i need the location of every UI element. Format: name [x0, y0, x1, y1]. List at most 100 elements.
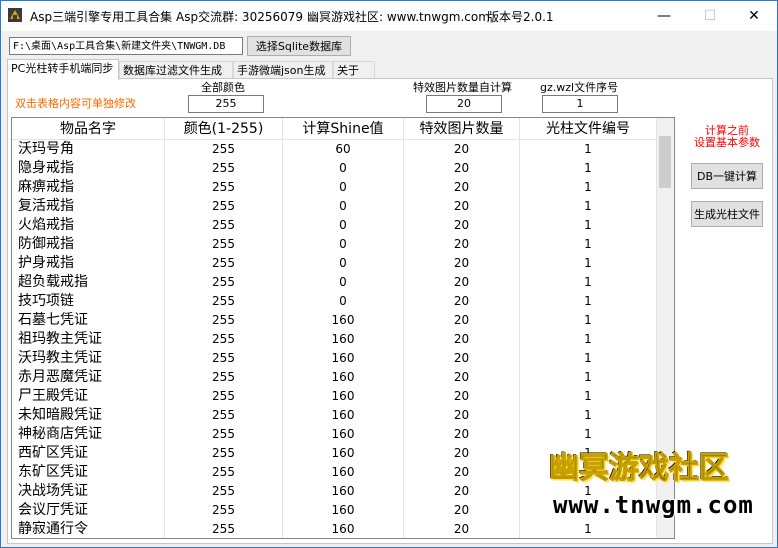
cell-item-name[interactable]: 隐身戒指 [12, 159, 165, 178]
all-color-input[interactable]: 255 [188, 95, 264, 113]
cell-file-number[interactable]: 1 [520, 292, 657, 311]
maximize-button[interactable]: ☐ [687, 1, 733, 31]
cell-effect-count[interactable]: 20 [404, 140, 520, 159]
cell-shine[interactable]: 0 [283, 292, 404, 311]
scrollbar-thumb[interactable] [659, 136, 671, 188]
cell-color[interactable]: 255 [165, 463, 283, 482]
table-row[interactable]: 沃玛教主凭证 255 160 20 1 [12, 349, 657, 368]
cell-shine[interactable]: 160 [283, 387, 404, 406]
cell-color[interactable]: 255 [165, 159, 283, 178]
cell-effect-count[interactable]: 20 [404, 273, 520, 292]
cell-shine[interactable]: 160 [283, 463, 404, 482]
cell-item-name[interactable]: 麻痹戒指 [12, 178, 165, 197]
cell-effect-count[interactable]: 20 [404, 330, 520, 349]
header-file-number[interactable]: 光柱文件编号 [520, 118, 657, 140]
table-row[interactable]: 技巧项链 255 0 20 1 [12, 292, 657, 311]
cell-effect-count[interactable]: 20 [404, 254, 520, 273]
cell-effect-count[interactable]: 20 [404, 444, 520, 463]
cell-file-number[interactable]: 1 [520, 520, 657, 538]
generate-file-button[interactable]: 生成光柱文件 [691, 201, 763, 227]
table-row[interactable]: 隐身戒指 255 0 20 1 [12, 159, 657, 178]
cell-effect-count[interactable]: 20 [404, 463, 520, 482]
cell-effect-count[interactable]: 20 [404, 311, 520, 330]
table-row[interactable]: 防御戒指 255 0 20 1 [12, 235, 657, 254]
cell-item-name[interactable]: 赤月恶魔凭证 [12, 368, 165, 387]
cell-shine[interactable]: 0 [283, 254, 404, 273]
tab-about[interactable]: 关于 [333, 61, 375, 79]
cell-item-name[interactable]: 尸王殿凭证 [12, 387, 165, 406]
cell-color[interactable]: 255 [165, 216, 283, 235]
cell-shine[interactable]: 160 [283, 311, 404, 330]
effect-count-input[interactable]: 20 [426, 95, 502, 113]
cell-shine[interactable]: 160 [283, 425, 404, 444]
cell-file-number[interactable]: 1 [520, 387, 657, 406]
cell-color[interactable]: 255 [165, 501, 283, 520]
cell-shine[interactable]: 0 [283, 178, 404, 197]
cell-file-number[interactable]: 1 [520, 178, 657, 197]
table-row[interactable]: 石墓七凭证 255 160 20 1 [12, 311, 657, 330]
tab-mobile-json[interactable]: 手游微端json生成 [233, 61, 333, 79]
title-bar[interactable]: Asp三端引擎专用工具合集 Asp交流群: 30256079 幽冥游戏社区: w… [1, 1, 777, 31]
cell-effect-count[interactable]: 20 [404, 197, 520, 216]
cell-item-name[interactable]: 未知暗殿凭证 [12, 406, 165, 425]
table-row[interactable]: 神秘商店凭证 255 160 20 1 [12, 425, 657, 444]
table-row[interactable]: 未知暗殿凭证 255 160 20 1 [12, 406, 657, 425]
cell-item-name[interactable]: 西矿区凭证 [12, 444, 165, 463]
close-button[interactable]: ✕ [731, 1, 777, 31]
cell-effect-count[interactable]: 20 [404, 159, 520, 178]
cell-file-number[interactable]: 1 [520, 216, 657, 235]
cell-color[interactable]: 255 [165, 444, 283, 463]
cell-color[interactable]: 255 [165, 140, 283, 159]
cell-effect-count[interactable]: 20 [404, 178, 520, 197]
cell-color[interactable]: 255 [165, 330, 283, 349]
header-color[interactable]: 颜色(1-255) [165, 118, 283, 140]
cell-item-name[interactable]: 技巧项链 [12, 292, 165, 311]
cell-item-name[interactable]: 火焰戒指 [12, 216, 165, 235]
table-row[interactable]: 赤月恶魔凭证 255 160 20 1 [12, 368, 657, 387]
cell-color[interactable]: 255 [165, 254, 283, 273]
cell-color[interactable]: 255 [165, 178, 283, 197]
cell-item-name[interactable]: 石墓七凭证 [12, 311, 165, 330]
cell-shine[interactable]: 160 [283, 444, 404, 463]
cell-effect-count[interactable]: 20 [404, 235, 520, 254]
header-item-name[interactable]: 物品名字 [12, 118, 165, 140]
cell-color[interactable]: 255 [165, 292, 283, 311]
cell-shine[interactable]: 160 [283, 520, 404, 538]
cell-shine[interactable]: 0 [283, 197, 404, 216]
cell-shine[interactable]: 160 [283, 482, 404, 501]
cell-color[interactable]: 255 [165, 197, 283, 216]
cell-shine[interactable]: 160 [283, 349, 404, 368]
cell-file-number[interactable]: 1 [520, 349, 657, 368]
cell-file-number[interactable]: 1 [520, 406, 657, 425]
cell-file-number[interactable]: 1 [520, 330, 657, 349]
cell-effect-count[interactable]: 20 [404, 216, 520, 235]
header-shine[interactable]: 计算Shine值 [283, 118, 404, 140]
cell-shine[interactable]: 0 [283, 159, 404, 178]
cell-file-number[interactable]: 1 [520, 235, 657, 254]
cell-effect-count[interactable]: 20 [404, 387, 520, 406]
cell-file-number[interactable]: 1 [520, 159, 657, 178]
cell-item-name[interactable]: 沃玛号角 [12, 140, 165, 159]
cell-effect-count[interactable]: 20 [404, 292, 520, 311]
cell-item-name[interactable]: 会议厅凭证 [12, 501, 165, 520]
table-row[interactable]: 火焰戒指 255 0 20 1 [12, 216, 657, 235]
cell-color[interactable]: 255 [165, 368, 283, 387]
select-sqlite-button[interactable]: 选择Sqlite数据库 [247, 36, 351, 56]
cell-color[interactable]: 255 [165, 311, 283, 330]
cell-color[interactable]: 255 [165, 387, 283, 406]
cell-effect-count[interactable]: 20 [404, 368, 520, 387]
cell-shine[interactable]: 160 [283, 406, 404, 425]
cell-effect-count[interactable]: 20 [404, 349, 520, 368]
minimize-button[interactable]: — [641, 1, 687, 31]
cell-color[interactable]: 255 [165, 273, 283, 292]
cell-file-number[interactable]: 1 [520, 368, 657, 387]
cell-effect-count[interactable]: 20 [404, 520, 520, 538]
cell-color[interactable]: 255 [165, 235, 283, 254]
cell-file-number[interactable]: 1 [520, 273, 657, 292]
cell-effect-count[interactable]: 20 [404, 406, 520, 425]
cell-item-name[interactable]: 沃玛教主凭证 [12, 349, 165, 368]
cell-shine[interactable]: 60 [283, 140, 404, 159]
db-calc-button[interactable]: DB一键计算 [691, 163, 763, 189]
cell-file-number[interactable]: 1 [520, 140, 657, 159]
cell-shine[interactable]: 0 [283, 273, 404, 292]
